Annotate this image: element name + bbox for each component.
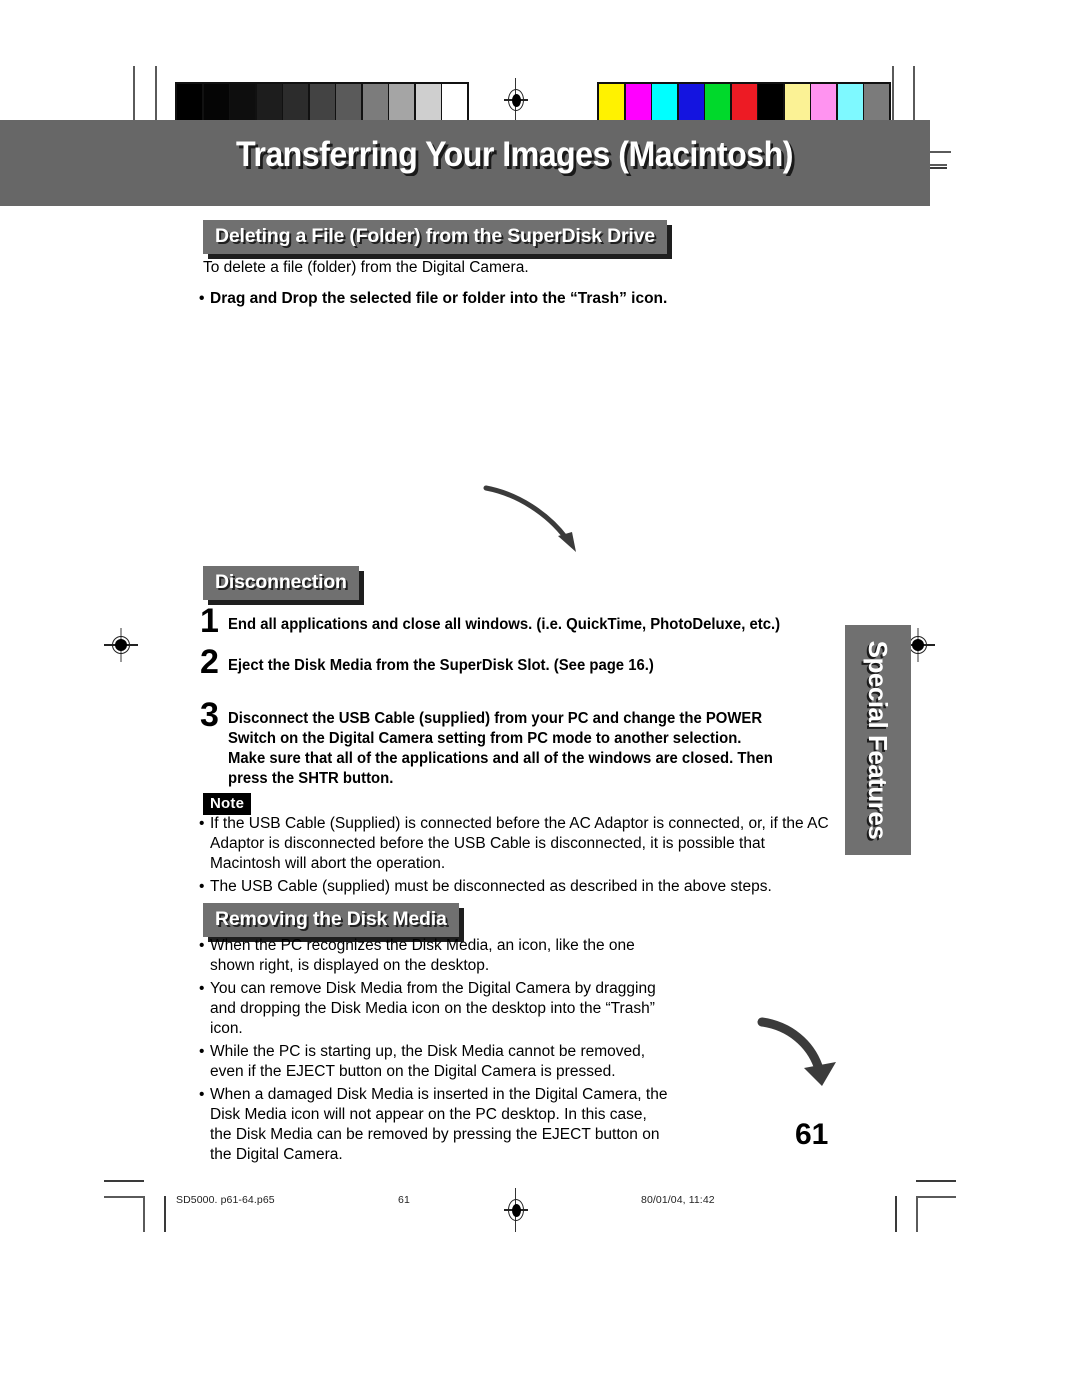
list-item-text: When a damaged Disk Media is inserted in… (210, 1086, 668, 1163)
grayscale-test-strip (175, 82, 469, 124)
color-test-strip (597, 82, 891, 124)
color-swatch (758, 84, 783, 122)
footer-file-name: SD5000. p61-64.p65 (176, 1194, 275, 1206)
list-item: • While the PC is starting up, the Disk … (199, 1042, 669, 1082)
color-swatch (177, 84, 202, 122)
list-item-text: You can remove Disk Media from the Digit… (210, 980, 656, 1037)
section-heading-deleting-file: Deleting a File (Folder) from the SuperD… (203, 220, 667, 254)
step-2-text: Eject the Disk Media from the SuperDisk … (228, 657, 654, 674)
color-swatch (336, 84, 361, 122)
crop-mark-bottom-right-h2 (916, 1196, 956, 1198)
color-swatch (731, 84, 757, 122)
list-item-text: The USB Cable (supplied) must be disconn… (210, 878, 772, 895)
crop-mark-bottom-left-h1 (104, 1180, 144, 1182)
bullet-glyph: • (199, 980, 205, 997)
section-heading-disconnection: Disconnection (203, 566, 359, 600)
crop-mark-bottom-right-v2 (895, 1196, 897, 1232)
color-swatch (678, 84, 704, 122)
bullet-glyph: • (199, 878, 205, 895)
step-3: 3 Disconnect the USB Cable (supplied) fr… (200, 696, 840, 789)
step-3-number: 3 (200, 696, 219, 734)
bullet-glyph: • (199, 1043, 205, 1060)
step-1-number: 1 (200, 602, 219, 640)
registration-mark-top-center (504, 78, 528, 122)
step-3-text: Disconnect the USB Cable (supplied) from… (228, 710, 773, 787)
list-item-text: Drag and Drop the selected file or folde… (210, 290, 668, 307)
list-item: • Drag and Drop the selected file or fol… (199, 289, 819, 309)
list-item: • You can remove Disk Media from the Dig… (199, 979, 669, 1039)
crop-mark-bottom-left-v2 (164, 1196, 166, 1232)
color-swatch (625, 84, 651, 122)
bullet-glyph: • (199, 937, 205, 954)
color-swatch (442, 84, 467, 122)
section-heading-removing-disk-media: Removing the Disk Media (203, 903, 459, 937)
crop-mark-bottom-right-h1 (916, 1180, 956, 1182)
color-swatch (256, 84, 282, 122)
deleting-intro-text: To delete a file (folder) from the Digit… (203, 259, 529, 276)
list-item-text: If the USB Cable (Supplied) is connected… (210, 815, 829, 872)
color-swatch (283, 84, 308, 122)
list-item: • If the USB Cable (Supplied) is connect… (199, 814, 831, 874)
disconnection-note-list: • If the USB Cable (Supplied) is connect… (199, 814, 831, 900)
removing-bullet-list: • When the PC recognizes the Disk Media,… (199, 936, 669, 1168)
list-item: • When the PC recognizes the Disk Media,… (199, 936, 669, 976)
registration-mark-bottom-center (504, 1188, 528, 1232)
footer-timestamp: 80/01/04, 11:42 (641, 1194, 715, 1206)
color-swatch (599, 84, 624, 122)
step-1: 1 End all applications and close all win… (200, 602, 840, 640)
color-swatch (389, 84, 414, 122)
list-item-text: When the PC recognizes the Disk Media, a… (210, 937, 635, 974)
step-1-text: End all applications and close all windo… (228, 616, 781, 633)
color-swatch (652, 84, 677, 122)
bullet-glyph: • (199, 1086, 205, 1103)
page-number: 61 (795, 1118, 829, 1151)
color-swatch (203, 84, 229, 122)
crop-mark-bottom-left-h2 (104, 1196, 144, 1198)
color-swatch (362, 84, 388, 122)
list-item: • When a damaged Disk Media is inserted … (199, 1085, 669, 1165)
color-swatch (705, 84, 730, 122)
bullet-glyph: • (199, 815, 205, 832)
footer-page-number: 61 (398, 1194, 410, 1206)
step-2: 2 Eject the Disk Media from the SuperDis… (200, 643, 840, 681)
side-tab-special-features: Special Features (845, 625, 911, 855)
side-tab-label: Special Features (863, 640, 894, 840)
crop-mark-bottom-right-v1 (916, 1196, 918, 1232)
color-swatch (230, 84, 255, 122)
note-badge: Note (203, 793, 252, 815)
color-swatch (309, 84, 335, 122)
curved-arrow-down-icon (757, 1017, 836, 1086)
color-swatch (415, 84, 441, 122)
color-swatch (784, 84, 810, 122)
step-2-number: 2 (200, 643, 219, 681)
registration-mark-left (104, 628, 138, 662)
page-title: Transferring Your Images (Macintosh) (236, 135, 793, 174)
color-swatch (811, 84, 836, 122)
color-swatch (864, 84, 889, 122)
curved-arrow-down-right-icon (483, 485, 576, 552)
list-item: • The USB Cable (supplied) must be disco… (199, 877, 831, 897)
color-swatch (837, 84, 863, 122)
deleting-bullet-list: • Drag and Drop the selected file or fol… (199, 289, 819, 312)
bullet-glyph: • (199, 290, 205, 307)
crop-mark-bottom-left-v1 (143, 1196, 145, 1232)
list-item-text: While the PC is starting up, the Disk Me… (210, 1043, 646, 1080)
